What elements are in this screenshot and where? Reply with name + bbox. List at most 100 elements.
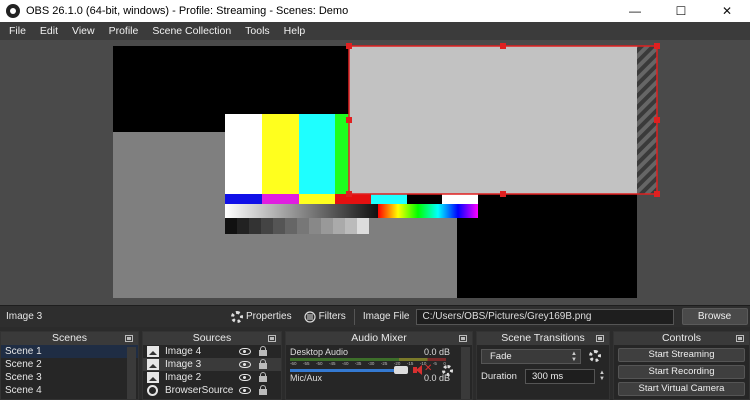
lock-icon[interactable] [259,385,267,395]
lock-icon[interactable] [259,372,267,382]
visibility-eye-icon[interactable] [239,387,251,394]
menu-help[interactable]: Help [277,22,313,40]
title-bar: OBS 26.1.0 (64-bit, windows) - Profile: … [0,0,750,22]
visibility-eye-icon[interactable] [239,348,251,355]
menu-bar: File Edit View Profile Scene Collection … [0,22,750,40]
updown-arrows-icon: ▲ ▼ [571,350,577,363]
resize-handle-tl[interactable] [346,43,352,49]
image-icon [147,346,159,357]
resize-handle-r[interactable] [654,117,660,123]
gear-icon[interactable] [589,350,601,362]
menu-profile[interactable]: Profile [102,22,146,40]
scene-transitions-dock: Scene Transitions Fade ▲ ▼ Duration 300 m… [476,331,610,400]
globe-icon [147,385,158,396]
image-3-source[interactable] [349,46,637,194]
transition-selected-value: Fade [490,350,512,362]
menu-view[interactable]: View [65,22,102,40]
scenes-dock: Scenes Scene 1 Scene 2 Scene 3 Scene 4 [0,331,139,400]
resize-handle-bl[interactable] [346,191,352,197]
start-virtual-camera-button[interactable]: Start Virtual Camera [618,382,745,396]
preview-area[interactable] [0,40,750,305]
meter-ticks: -60 -55 -50 -45 -40 -35 -30 -25 -20 -15 -10 -5 0 [290,361,446,366]
transition-select[interactable]: Fade ▲ ▼ [481,348,581,364]
selected-source-name: Image 3 [6,311,43,322]
menu-scene-collection[interactable]: Scene Collection [145,22,238,40]
filters-label: Filters [318,311,346,322]
lock-icon[interactable] [259,359,267,369]
channel-name: Mic/Aux [290,373,323,383]
minimize-button[interactable]: — [612,0,658,22]
scenes-scrollbar[interactable] [127,347,136,399]
properties-button[interactable]: Properties [225,310,298,323]
source-item[interactable]: Image 2 [143,371,281,384]
duration-spinner-icon[interactable]: ▲ ▼ [599,370,605,382]
undock-icon[interactable] [268,335,276,342]
scene-item[interactable]: Scene 3 [1,371,138,384]
scene-item[interactable]: Scene 2 [1,358,138,371]
image-file-path-field[interactable]: C:/Users/OBS/Pictures/Grey169B.png [415,308,674,325]
image-file-label: Image File [362,311,410,322]
menu-tools[interactable]: Tools [238,22,277,40]
source-toolbar: Image 3 Properties Filters Image File C:… [0,305,750,327]
controls-header: Controls [614,332,749,345]
audio-mixer-dock: Audio Mixer Desktop Audio 0.0 dB -60 -55-… [285,331,473,400]
start-streaming-button[interactable]: Start Streaming [618,348,745,362]
resize-handle-l[interactable] [346,117,352,123]
browse-button[interactable]: Browse [681,308,748,325]
mixer-title: Audio Mixer [351,332,407,344]
menu-edit[interactable]: Edit [33,22,65,40]
image-icon [147,372,159,383]
scene-item[interactable]: Scene 1 [1,345,138,358]
controls-title: Controls [661,332,702,344]
controls-dock: Controls Start Streaming Start Recording… [613,331,750,400]
lock-icon[interactable] [259,346,267,356]
toolbar-separator [353,308,355,325]
channel-db: 0.0 dB [423,373,450,383]
source-item[interactable]: Image 4 [143,345,281,358]
scenes-header: Scenes [1,332,138,345]
duration-label: Duration [481,370,517,382]
image-icon [147,359,159,370]
sources-title: Sources [192,332,232,344]
resize-handle-tr[interactable] [654,43,660,49]
transitions-title: Scene Transitions [501,332,585,344]
transitions-header: Scene Transitions [477,332,609,345]
program-canvas[interactable] [113,43,660,298]
undock-icon[interactable] [125,335,133,342]
mixer-header: Audio Mixer [286,332,472,345]
visibility-eye-icon[interactable] [239,374,251,381]
channel-name: Desktop Audio [290,347,349,357]
start-recording-button[interactable]: Start Recording [618,365,745,379]
scenes-title: Scenes [51,332,88,344]
filters-button[interactable]: Filters [298,310,352,323]
obs-logo-icon [6,4,20,18]
mixer-scrollbar[interactable] [461,347,470,399]
close-button[interactable]: ✕ [704,0,750,22]
mixer-channel: Mic/Aux 0.0 dB [286,371,472,397]
properties-label: Properties [246,311,292,322]
source-label: BrowserSource [165,385,234,396]
source-label: Image 3 [165,359,202,370]
transition-select-row: Fade ▲ ▼ [477,347,609,365]
visibility-eye-icon[interactable] [239,361,251,368]
sources-dock: Sources Image 4 Image 3 Image 2 BrowserS… [142,331,282,400]
maximize-button[interactable]: ☐ [658,0,704,22]
scene-item[interactable]: Scene 4 [1,384,138,397]
source-item[interactable]: BrowserSource [143,384,281,397]
mixer-channel: Desktop Audio 0.0 dB -60 -55 -50 -45 -40 -35… [286,345,472,376]
channel-db: 0.0 dB [423,347,450,357]
duration-field[interactable]: 300 ms [525,368,595,384]
resize-handle-t[interactable] [500,43,506,49]
menu-file[interactable]: File [2,22,33,40]
resize-handle-b[interactable] [500,191,506,197]
resize-handle-br[interactable] [654,191,660,197]
window-title: OBS 26.1.0 (64-bit, windows) - Profile: … [26,5,349,17]
undock-icon[interactable] [736,335,744,342]
sources-header: Sources [143,332,281,345]
undock-icon[interactable] [459,335,467,342]
undock-icon[interactable] [596,335,604,342]
gear-icon [231,310,243,323]
duration-row: Duration 300 ms ▲ ▼ [477,367,609,385]
source-item[interactable]: Image 3 [143,358,281,371]
source-label: Image 4 [165,346,202,357]
